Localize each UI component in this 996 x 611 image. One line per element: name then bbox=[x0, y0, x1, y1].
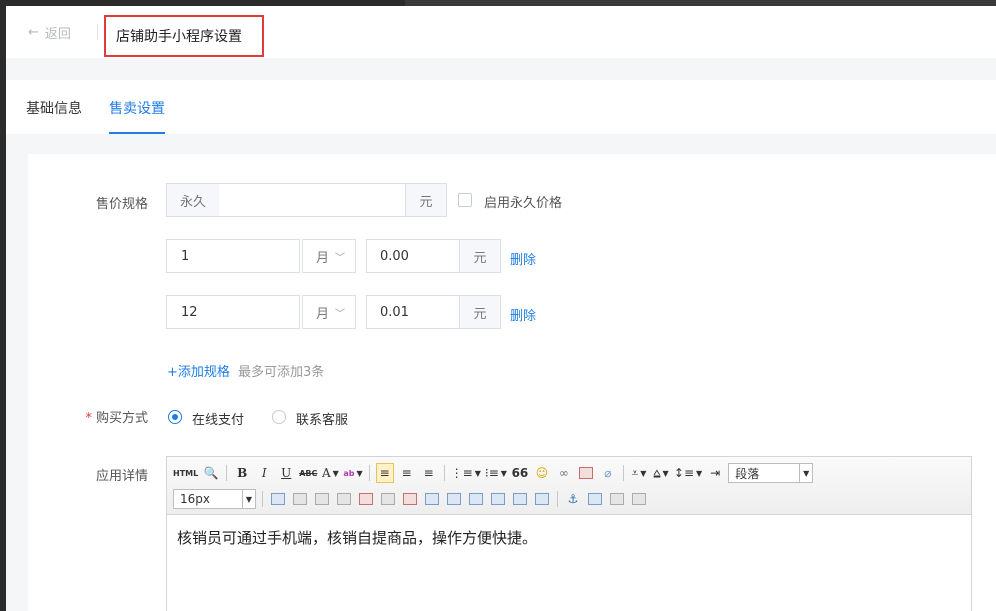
toolbar-separator bbox=[557, 491, 558, 507]
spec-1-duration-input[interactable]: 1 bbox=[166, 239, 300, 273]
preview-search-icon[interactable]: 🔍 bbox=[202, 463, 220, 483]
bold-button[interactable]: B bbox=[233, 463, 251, 483]
caret-down-icon: ▼ bbox=[356, 468, 363, 478]
insert-image-icon[interactable] bbox=[586, 489, 604, 509]
row-spacing-top-icon[interactable]: ⩡ ▼ bbox=[630, 463, 648, 483]
editor-toolbar: HTML 🔍 B I U ABC A ▼ ab ▼ ≡ ≡ ≡ ⋮≡ ▼ ⁝≡ ▼ bbox=[167, 457, 971, 515]
back-button[interactable]: ← 返回 bbox=[28, 23, 71, 42]
spec-1-currency-suffix: 元 bbox=[459, 239, 501, 273]
price-spec-label: 售价规格 bbox=[95, 197, 148, 212]
spec-2-currency-suffix: 元 bbox=[459, 295, 501, 329]
paste-icon[interactable] bbox=[630, 489, 648, 509]
radio-online-payment[interactable] bbox=[168, 410, 182, 424]
radio-contact-support[interactable] bbox=[272, 410, 286, 424]
align-right-icon[interactable]: ≡ bbox=[420, 463, 438, 483]
spec-2-delete-link[interactable]: 删除 bbox=[510, 305, 536, 324]
italic-button[interactable]: I bbox=[255, 463, 273, 483]
chevron-down-icon: ﹀ bbox=[335, 308, 346, 320]
eraser-icon[interactable]: ⌀ bbox=[599, 463, 617, 483]
spec-1-price-input[interactable]: 0.00 bbox=[366, 239, 460, 273]
highlight-color-button[interactable]: ab ▼ bbox=[343, 463, 362, 483]
add-spec-hint: 最多可添加3条 bbox=[238, 365, 325, 380]
emoji-icon[interactable]: ☺ bbox=[533, 463, 551, 483]
line-height-icon[interactable]: ↕≡ ▼ bbox=[674, 463, 702, 483]
spec-2-price-input[interactable]: 0.01 bbox=[366, 295, 460, 329]
app-detail-label: 应用详情 bbox=[95, 469, 148, 484]
image-icon[interactable] bbox=[577, 463, 595, 483]
caret-down-icon: ▼ bbox=[332, 468, 339, 478]
tab-sales-settings[interactable]: 售卖设置 bbox=[109, 98, 165, 134]
merge-right-icon[interactable] bbox=[445, 489, 463, 509]
radio-online-payment-label: 在线支付 bbox=[192, 413, 245, 428]
align-left-icon[interactable]: ≡ bbox=[375, 463, 394, 483]
paragraph-format-select[interactable]: 段落 bbox=[728, 463, 801, 483]
table-row-icon[interactable] bbox=[291, 489, 309, 509]
caret-down-icon: ▼ bbox=[245, 494, 253, 504]
table-col-icon[interactable] bbox=[313, 489, 331, 509]
split-cells-icon[interactable] bbox=[489, 489, 507, 509]
arrow-left-icon: ← bbox=[28, 25, 39, 40]
permanent-prefix: 永久 bbox=[166, 183, 220, 217]
back-label: 返回 bbox=[44, 27, 71, 42]
insert-row-icon[interactable] bbox=[335, 489, 353, 509]
page-title: 店铺助手小程序设置 bbox=[104, 15, 264, 57]
spec-1-unit-select[interactable]: 月 ﹀ bbox=[302, 239, 356, 273]
font-color-button[interactable]: A ▼ bbox=[321, 463, 339, 483]
paragraph-dropdown-arrow[interactable]: ▼ bbox=[799, 463, 814, 483]
row-spacing-bottom-icon[interactable]: ⩠ ▼ bbox=[652, 463, 670, 483]
app-window: ← 返回 店铺助手小程序设置 基础信息 售卖设置 售价规格 永久 元 启用永久价… bbox=[6, 6, 996, 611]
merge-cells-icon[interactable] bbox=[423, 489, 441, 509]
add-spec-link[interactable]: +添加规格 bbox=[167, 361, 230, 380]
header-divider bbox=[97, 24, 98, 40]
page-header: ← 返回 店铺助手小程序设置 bbox=[6, 6, 996, 58]
required-mark: * bbox=[85, 411, 92, 426]
sales-settings-form: 售价规格 永久 元 启用永久价格 1 月 ﹀ 0.00 元 删除 12 月 ﹀ 0.… bbox=[28, 154, 996, 611]
spec-1-delete-link[interactable]: 删除 bbox=[510, 249, 536, 268]
toolbar-row-2: 16px ▼ ⚓ bbox=[173, 488, 648, 510]
align-center-icon[interactable]: ≡ bbox=[398, 463, 416, 483]
toolbar-separator bbox=[368, 465, 370, 481]
permanent-currency-suffix: 元 bbox=[405, 183, 447, 217]
caret-down-icon: ▼ bbox=[803, 468, 810, 478]
toolbar-separator bbox=[622, 465, 624, 481]
strikethrough-button[interactable]: ABC bbox=[299, 463, 317, 483]
permanent-price-input[interactable] bbox=[219, 183, 406, 217]
link-icon[interactable]: ∞ bbox=[555, 463, 573, 483]
split-rows-icon[interactable] bbox=[511, 489, 529, 509]
rich-text-editor: HTML 🔍 B I U ABC A ▼ ab ▼ ≡ ≡ ≡ ⋮≡ ▼ ⁝≡ ▼ bbox=[166, 456, 972, 611]
merge-down-icon[interactable] bbox=[467, 489, 485, 509]
enable-permanent-checkbox[interactable] bbox=[458, 193, 472, 207]
delete-col-icon[interactable] bbox=[401, 489, 419, 509]
font-size-dropdown-arrow[interactable]: ▼ bbox=[242, 489, 256, 509]
purchase-method-label: * 购买方式 bbox=[85, 411, 148, 426]
unordered-list-icon[interactable]: ⁝≡ ▼ bbox=[485, 463, 507, 483]
radio-contact-support-label: 联系客服 bbox=[296, 413, 349, 428]
toolbar-separator bbox=[262, 491, 263, 507]
enable-permanent-label: 启用永久价格 bbox=[484, 196, 563, 211]
blockquote-button[interactable]: 66 bbox=[511, 463, 529, 483]
tab-bar: 基础信息 售卖设置 bbox=[6, 80, 996, 134]
insert-table-icon[interactable] bbox=[269, 489, 287, 509]
editor-content[interactable]: 核销员可通过手机端，核销自提商品，操作方便快捷。 bbox=[177, 527, 537, 548]
split-cols-icon[interactable] bbox=[533, 489, 551, 509]
page-title-text: 店铺助手小程序设置 bbox=[116, 29, 242, 45]
toolbar-separator bbox=[226, 465, 228, 481]
ordered-list-icon[interactable]: ⋮≡ ▼ bbox=[451, 463, 481, 483]
underline-button[interactable]: U bbox=[277, 463, 295, 483]
font-size-select[interactable]: 16px bbox=[173, 489, 243, 509]
print-icon[interactable] bbox=[608, 489, 626, 509]
anchor-icon[interactable]: ⚓ bbox=[564, 489, 582, 509]
insert-col-icon[interactable] bbox=[379, 489, 397, 509]
toolbar-row-1: HTML 🔍 B I U ABC A ▼ ab ▼ ≡ ≡ ≡ ⋮≡ ▼ ⁝≡ ▼ bbox=[173, 462, 814, 484]
toolbar-separator bbox=[443, 465, 445, 481]
chevron-down-icon: ﹀ bbox=[335, 252, 346, 264]
spec-2-unit-select[interactable]: 月 ﹀ bbox=[302, 295, 356, 329]
delete-row-icon[interactable] bbox=[357, 489, 375, 509]
tab-basic-info[interactable]: 基础信息 bbox=[26, 98, 82, 134]
html-source-button[interactable]: HTML bbox=[173, 463, 198, 483]
indent-icon[interactable]: ⇥ bbox=[706, 463, 724, 483]
spec-2-duration-input[interactable]: 12 bbox=[166, 295, 300, 329]
